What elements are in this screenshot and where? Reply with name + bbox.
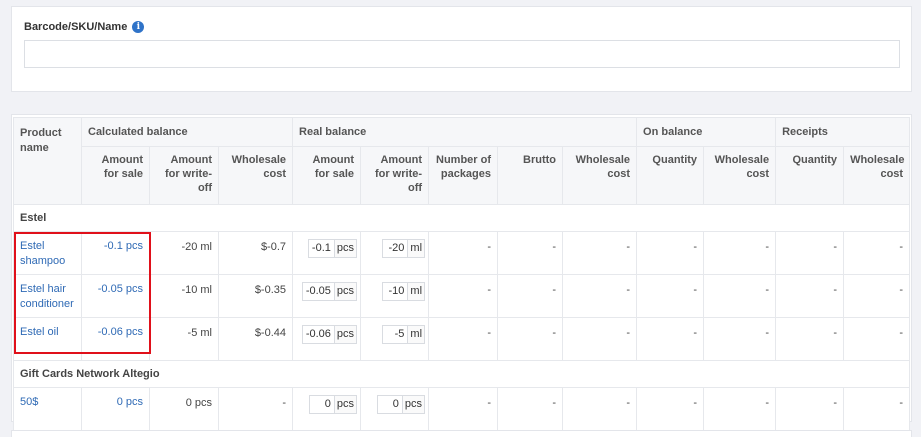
number-of-packages: - [428,274,499,318]
rec-wholesale-cost: - [843,317,911,361]
next-panel-edge [11,430,912,437]
col-number-of-packages[interactable]: Number of packages [428,146,499,205]
group-row-gift-cards: Gift Cards Network Altegio [12,360,911,388]
real-sale-input[interactable]: -0.05 pcs [301,282,358,301]
on-wholesale-cost: - [703,274,777,318]
group-calculated-balance: Calculated balance [80,117,294,147]
group-receipts: Receipts [775,117,911,147]
real-writeoff-input[interactable]: -10 ml [382,282,426,301]
col-real-wholesale-cost[interactable]: Wholesale cost [562,146,638,205]
col-wholesale-cost[interactable]: Wholesale cost [217,146,294,205]
amount-for-writeoff: 0 pcs [149,387,219,431]
wholesale-cost: - [217,387,294,431]
real-wholesale-cost: - [562,231,638,275]
amount-for-sale-link[interactable]: -0.05 pcs [81,274,150,318]
col-on-wholesale-cost[interactable]: Wholesale cost [703,146,777,205]
real-sale-cell: -0.1 pcs [292,231,362,275]
real-writeoff-cell: -5 ml [360,317,430,361]
wholesale-cost: $-0.44 [217,317,294,361]
on-quantity: - [636,274,705,318]
info-icon[interactable]: i [132,21,145,33]
group-real-balance: Real balance [292,117,638,147]
product-link[interactable]: Estel hair conditioner [13,274,82,318]
real-writeoff-cell: 0 pcs [360,387,430,431]
on-quantity: - [636,317,705,361]
search-input[interactable] [24,40,900,68]
amount-for-writeoff: -5 ml [149,317,219,361]
rec-wholesale-cost: - [843,231,911,275]
real-sale-input[interactable]: 0 pcs [308,395,358,414]
on-quantity: - [636,387,705,431]
on-wholesale-cost: - [703,317,777,361]
real-writeoff-cell: -10 ml [360,274,430,318]
col-brutto[interactable]: Brutto [497,146,564,205]
product-link[interactable]: Estel shampoo [13,231,82,275]
amount-for-sale-link[interactable]: 0 pcs [81,387,150,431]
rec-wholesale-cost: - [843,274,911,318]
search-panel: Barcode/SKU/Name i [11,6,912,92]
real-sale-input[interactable]: -0.06 pcs [301,325,358,344]
real-writeoff-cell: -20 ml [360,231,430,275]
search-label-row: Barcode/SKU/Name i [24,21,145,33]
brutto: - [497,387,564,431]
on-quantity: - [636,231,705,275]
rec-quantity: - [775,387,845,431]
table-row: 50$ 0 pcs 0 pcs - 0 pcs 0 pcs - - - - - - … [13,387,911,431]
table-row: Estel shampoo -0.1 pcs -20 ml $-0.7 -0.1… [13,231,911,275]
group-row-estel: Estel [12,204,911,232]
product-link[interactable]: Estel oil [13,317,82,361]
amount-for-sale-link[interactable]: -0.1 pcs [81,231,150,275]
inventory-table: Product name Calculated balance Real bal… [12,117,911,431]
rec-quantity: - [775,274,845,318]
wholesale-cost: $-0.35 [217,274,294,318]
group-name: Estel [12,204,911,232]
real-sale-input[interactable]: -0.1 pcs [307,239,358,258]
col-amount-for-sale[interactable]: Amount for sale [81,146,150,205]
real-wholesale-cost: - [562,387,638,431]
col-rec-wholesale-cost[interactable]: Wholesale cost [843,146,911,205]
amount-for-writeoff: -20 ml [149,231,219,275]
brutto: - [497,231,564,275]
rec-quantity: - [775,317,845,361]
on-wholesale-cost: - [703,387,777,431]
col-product-name[interactable]: Product name [13,117,82,205]
on-wholesale-cost: - [703,231,777,275]
group-name: Gift Cards Network Altegio [12,360,911,388]
col-on-quantity[interactable]: Quantity [636,146,705,205]
col-rec-quantity[interactable]: Quantity [775,146,845,205]
col-amount-for-writeoff[interactable]: Amount for write-off [149,146,219,205]
table-row: Estel hair conditioner -0.05 pcs -10 ml … [13,274,911,318]
real-sale-cell: -0.06 pcs [292,317,362,361]
amount-for-sale-link[interactable]: -0.06 pcs [81,317,150,361]
real-wholesale-cost: - [562,317,638,361]
rec-quantity: - [775,231,845,275]
wholesale-cost: $-0.7 [217,231,294,275]
number-of-packages: - [428,387,499,431]
rec-wholesale-cost: - [843,387,911,431]
real-sale-cell: -0.05 pcs [292,274,362,318]
amount-for-writeoff: -10 ml [149,274,219,318]
table-row: Estel oil -0.06 pcs -5 ml $-0.44 -0.06 pc… [13,317,911,361]
group-on-balance: On balance [636,117,777,147]
inventory-table-panel: Product name Calculated balance Real bal… [11,114,912,431]
number-of-packages: - [428,231,499,275]
number-of-packages: - [428,317,499,361]
real-wholesale-cost: - [562,274,638,318]
search-label: Barcode/SKU/Name [24,21,128,33]
real-writeoff-input[interactable]: 0 pcs [376,395,426,414]
real-sale-cell: 0 pcs [292,387,362,431]
real-writeoff-input[interactable]: -20 ml [382,239,426,258]
brutto: - [497,274,564,318]
col-real-amount-for-sale[interactable]: Amount for sale [292,146,362,205]
col-real-amount-for-writeoff[interactable]: Amount for write-off [360,146,430,205]
product-link[interactable]: 50$ [13,387,82,431]
real-writeoff-input[interactable]: -5 ml [382,325,426,344]
brutto: - [497,317,564,361]
